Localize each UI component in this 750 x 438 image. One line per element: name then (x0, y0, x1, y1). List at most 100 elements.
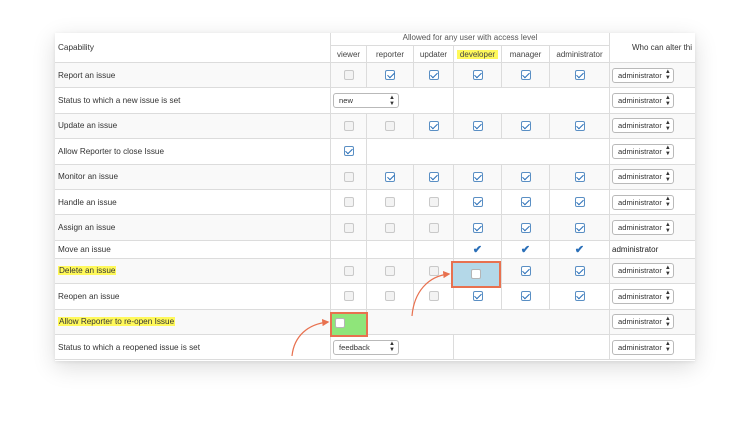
updown-icon: ▲ ▼ (664, 94, 671, 107)
checkbox[interactable] (574, 222, 585, 233)
row-label-reporter-reopen: Allow Reporter to re-open Issue (55, 309, 331, 335)
checkbox[interactable] (520, 197, 531, 208)
updown-icon: ▲ ▼ (389, 341, 395, 354)
who-select[interactable]: administrator ▲ ▼ (612, 263, 674, 279)
checkbox[interactable] (343, 70, 354, 81)
delete-developer-callout (451, 261, 501, 288)
updown-icon: ▲ ▼ (664, 145, 671, 158)
who-select[interactable]: administrator ▲ ▼ (612, 220, 674, 236)
who-select[interactable]: administrator ▲ ▼ (612, 194, 674, 210)
checkbox[interactable] (343, 120, 354, 131)
check-icon: ✔ (520, 243, 531, 256)
who-select[interactable]: administrator ▲ ▼ (612, 93, 674, 109)
who-select[interactable]: administrator ▲ ▼ (612, 314, 674, 330)
check-icon: ✔ (574, 243, 585, 256)
checkbox[interactable] (574, 120, 585, 131)
updown-icon: ▲ ▼ (664, 315, 671, 328)
row-label-assign: Assign an issue (55, 215, 331, 241)
checkbox[interactable] (343, 171, 354, 182)
updown-icon: ▲ ▼ (664, 341, 671, 354)
header-viewer: viewer (331, 46, 367, 63)
who-select[interactable]: administrator ▲ ▼ (612, 143, 674, 159)
checkbox[interactable] (428, 265, 439, 276)
header-updater: updater (414, 46, 454, 63)
checkbox[interactable] (385, 222, 395, 233)
checkbox[interactable] (428, 70, 439, 81)
checkbox[interactable] (385, 171, 395, 182)
header-who-can-alter: Who can alter thi (610, 33, 695, 63)
header-developer-label: developer (456, 49, 499, 59)
checkbox[interactable] (574, 291, 585, 302)
permissions-card: Capability Allowed for any user with acc… (55, 33, 695, 361)
reopen-viewer-checkbox[interactable] (335, 318, 345, 328)
checkbox[interactable] (428, 291, 439, 302)
check-icon: ✔ (472, 243, 483, 256)
who-select[interactable]: administrator ▲ ▼ (612, 339, 674, 355)
who-static-text: administrator (612, 244, 659, 254)
header-administrator: administrator (550, 46, 610, 63)
capability-table: Capability Allowed for any user with acc… (55, 33, 695, 361)
updown-icon: ▲ ▼ (664, 170, 671, 183)
checkbox[interactable] (520, 171, 531, 182)
checkbox[interactable] (574, 197, 585, 208)
header-developer: developer (454, 46, 502, 63)
checkbox[interactable] (428, 171, 439, 182)
delete-developer-checkbox[interactable] (471, 269, 481, 279)
updown-icon: ▲ ▼ (664, 196, 671, 209)
checkbox[interactable] (385, 291, 395, 302)
checkbox[interactable] (472, 197, 483, 208)
checkbox[interactable] (428, 197, 439, 208)
new-status-select[interactable]: new ▲ ▼ (333, 93, 399, 109)
header-manager: manager (502, 46, 550, 63)
row-label-update: Update an issue (55, 113, 331, 140)
checkbox[interactable] (343, 197, 354, 208)
reopen-viewer-callout (330, 312, 368, 337)
checkbox[interactable] (520, 70, 531, 81)
checkbox[interactable] (472, 70, 483, 81)
checkbox[interactable] (385, 70, 395, 81)
checkbox[interactable] (472, 291, 483, 302)
checkbox[interactable] (385, 197, 395, 208)
row-label-monitor: Monitor an issue (55, 164, 331, 190)
who-select[interactable]: administrator ▲ ▼ (612, 288, 674, 304)
checkbox[interactable] (520, 265, 531, 276)
updown-icon: ▲ ▼ (664, 69, 671, 82)
checkbox[interactable] (343, 291, 354, 302)
checkbox[interactable] (574, 265, 585, 276)
who-select[interactable]: administrator ▲ ▼ (612, 169, 674, 185)
updown-icon: ▲ ▼ (664, 221, 671, 234)
row-label-reopen: Reopen an issue (55, 284, 331, 310)
checkbox[interactable] (472, 171, 483, 182)
checkbox[interactable] (472, 222, 483, 233)
row-label-move: Move an issue (55, 240, 331, 259)
row-label-handle: Handle an issue (55, 189, 331, 216)
row-label-status-reopened: Status to which a reopened issue is set (55, 334, 331, 361)
checkbox[interactable] (385, 120, 395, 131)
row-label-status-new: Status to which a new issue is set (55, 88, 331, 114)
checkbox[interactable] (343, 265, 354, 276)
cell-viewer (331, 63, 367, 89)
checkbox[interactable] (472, 120, 483, 131)
reopen-status-select[interactable]: feedback ▲ ▼ (333, 339, 399, 355)
who-select[interactable]: administrator ▲ ▼ (612, 67, 674, 83)
checkbox[interactable] (520, 120, 531, 131)
updown-icon: ▲ ▼ (664, 264, 671, 277)
header-capability: Capability (55, 33, 331, 63)
header-reporter: reporter (367, 46, 414, 63)
checkbox[interactable] (428, 222, 439, 233)
checkbox[interactable] (428, 120, 439, 131)
header-access-group: Allowed for any user with access level (331, 33, 610, 46)
updown-icon: ▲ ▼ (664, 290, 671, 303)
who-select[interactable]: administrator ▲ ▼ (612, 118, 674, 134)
checkbox[interactable] (343, 146, 354, 157)
checkbox[interactable] (520, 291, 531, 302)
updown-icon: ▲ ▼ (389, 94, 395, 107)
checkbox[interactable] (574, 171, 585, 182)
row-label-delete: Delete an issue (55, 258, 331, 285)
checkbox[interactable] (343, 222, 354, 233)
checkbox[interactable] (520, 222, 531, 233)
checkbox[interactable] (385, 265, 395, 276)
checkbox[interactable] (574, 70, 585, 81)
updown-icon: ▲ ▼ (664, 119, 671, 132)
row-label-reporter-close: Allow Reporter to close Issue (55, 139, 331, 165)
